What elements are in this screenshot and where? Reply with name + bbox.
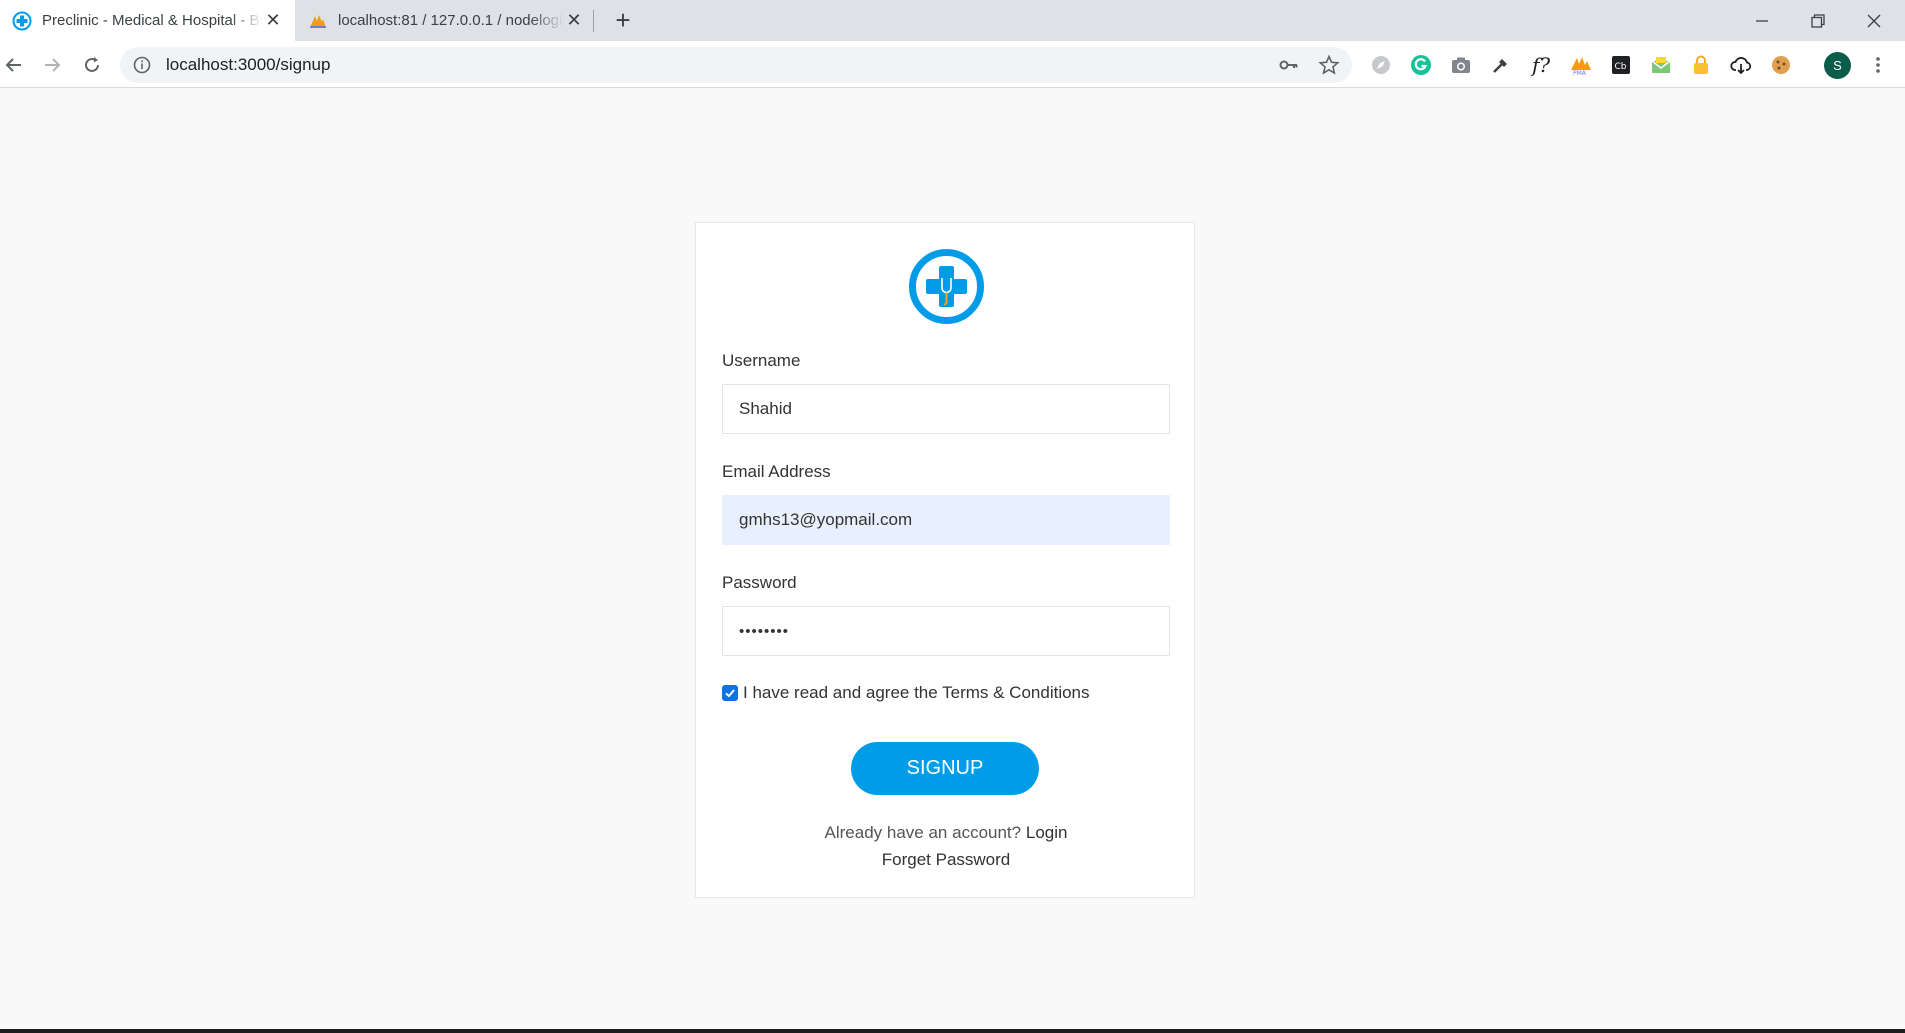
forget-password-link[interactable]: Forget Password — [696, 850, 1196, 870]
medical-cross-icon — [12, 11, 32, 30]
profile-avatar[interactable]: S — [1824, 52, 1851, 79]
tab-title: localhost:81 / 127.0.0.1 / nodelogin — [338, 12, 564, 29]
eyedropper-icon[interactable] — [1488, 52, 1514, 78]
login-prompt: Already have an account? Login — [696, 823, 1196, 843]
terms-checkbox[interactable] — [722, 685, 738, 701]
password-input[interactable]: •••••••• — [722, 606, 1170, 656]
font-finder-icon[interactable]: f? — [1528, 52, 1554, 78]
close-tab-icon[interactable]: ✕ — [263, 10, 283, 31]
terms-row: I have read and agree the Terms & Condit… — [722, 683, 1090, 703]
lock-extension-icon[interactable] — [1688, 52, 1714, 78]
address-bar[interactable]: localhost:3000/signup — [120, 47, 1352, 83]
browser-toolbar: localhost:3000/signup f? PMA Cb S — [0, 41, 1905, 88]
more-menu-icon[interactable] — [1868, 52, 1888, 78]
new-tab-icon[interactable]: + — [608, 6, 638, 36]
email-input[interactable]: gmhs13@yopmail.com — [722, 495, 1170, 545]
have-account-text: Already have an account? — [824, 823, 1022, 842]
tab-phpmyadmin[interactable]: localhost:81 / 127.0.0.1 / nodelogin ✕ — [296, 0, 596, 41]
mail-extension-icon[interactable] — [1648, 52, 1674, 78]
tab-separator — [593, 10, 594, 32]
cb-extension-icon[interactable]: Cb — [1608, 52, 1634, 78]
phpmyadmin-extension-icon[interactable]: PMA — [1568, 52, 1594, 78]
email-label: Email Address — [722, 462, 831, 481]
password-label: Password — [722, 573, 797, 592]
signup-card: Username Shahid Email Address gmhs13@yop… — [695, 222, 1195, 898]
info-icon[interactable] — [132, 55, 152, 75]
tab-preclinic[interactable]: Preclinic - Medical & Hospital - Bootstr… — [0, 0, 295, 41]
cookie-icon[interactable] — [1768, 52, 1794, 78]
restore-icon[interactable] — [1790, 0, 1846, 41]
forward-arrow-icon[interactable] — [36, 49, 68, 81]
svg-text:PMA: PMA — [1573, 70, 1587, 76]
camera-icon[interactable] — [1448, 52, 1474, 78]
medical-logo-icon — [909, 249, 984, 324]
extension-compass-icon[interactable] — [1368, 52, 1394, 78]
svg-text:Cb: Cb — [1615, 62, 1627, 72]
username-label: Username — [722, 351, 801, 370]
signup-button[interactable]: SIGNUP — [851, 742, 1039, 795]
url-text: localhost:3000/signup — [166, 55, 331, 74]
checkmark-icon — [725, 689, 735, 698]
tab-title: Preclinic - Medical & Hospital - Bootstr… — [42, 12, 263, 29]
minimize-icon[interactable] — [1734, 0, 1790, 41]
tab-bar: Preclinic - Medical & Hospital - Bootstr… — [0, 0, 1905, 41]
phpmyadmin-icon — [310, 14, 326, 28]
key-icon[interactable] — [1278, 47, 1300, 83]
close-window-icon[interactable] — [1846, 0, 1902, 41]
bookmark-star-icon[interactable] — [1318, 47, 1340, 83]
username-input[interactable]: Shahid — [722, 384, 1170, 434]
cloud-download-icon[interactable] — [1728, 52, 1754, 78]
close-tab-icon[interactable]: ✕ — [564, 10, 584, 31]
login-link[interactable]: Login — [1026, 823, 1068, 842]
terms-text: I have read and agree the Terms & Condit… — [743, 683, 1090, 702]
back-arrow-icon[interactable] — [0, 49, 30, 81]
taskbar-edge — [0, 1029, 1905, 1033]
grammarly-icon[interactable] — [1408, 52, 1434, 78]
reload-icon[interactable] — [76, 49, 108, 81]
